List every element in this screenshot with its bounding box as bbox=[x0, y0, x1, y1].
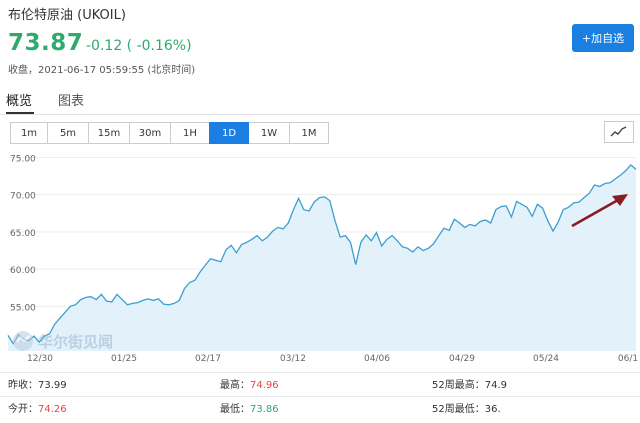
x-tick-label: 05/24 bbox=[533, 354, 559, 364]
stat-prev-close: 昨收：73.99 bbox=[8, 380, 67, 391]
period-button-1m[interactable]: 1m bbox=[10, 122, 48, 144]
line-chart-icon bbox=[610, 126, 627, 137]
y-axis-ticks: 75.00 70.00 65.00 60.00 55.00 bbox=[10, 154, 36, 313]
period-button-1mo[interactable]: 1M bbox=[289, 122, 329, 144]
wallstreetcn-logo-icon bbox=[13, 331, 33, 351]
y-tick-label: 70.00 bbox=[10, 192, 36, 202]
x-tick-label: 06/1 bbox=[618, 354, 638, 364]
active-tab-indicator bbox=[6, 112, 34, 114]
y-tick-label: 75.00 bbox=[10, 154, 36, 164]
x-tick-label: 01/25 bbox=[111, 354, 137, 364]
chart-type-button[interactable] bbox=[604, 121, 634, 143]
y-tick-label: 60.00 bbox=[10, 266, 36, 276]
stat-open: 今开：74.26 bbox=[8, 404, 67, 415]
x-axis-ticks: 12/30 01/25 02/17 03/12 04/06 04/29 05/24 06/1 bbox=[27, 354, 638, 364]
price-change: -0.12 ( -0.16%) bbox=[86, 38, 192, 54]
add-watchlist-button[interactable]: +加自选 bbox=[572, 24, 634, 52]
last-price: 73.87 bbox=[8, 30, 84, 56]
stat-high: 最高：74.96 bbox=[220, 380, 279, 391]
tab-overview[interactable]: 概览 bbox=[6, 90, 32, 109]
y-tick-label: 55.00 bbox=[10, 303, 36, 313]
stat-low: 最低：73.86 bbox=[220, 404, 279, 415]
instrument-title: 布伦特原油 (UKOIL) bbox=[8, 8, 126, 23]
period-button-1h[interactable]: 1H bbox=[170, 122, 210, 144]
close-status: 收盘，2021-06-17 05:59:55 (北京时间) bbox=[8, 65, 196, 76]
period-selector: 1m 5m 15m 30m 1H 1D 1W 1M bbox=[10, 122, 329, 144]
period-button-30m[interactable]: 30m bbox=[129, 122, 171, 144]
x-tick-label: 12/30 bbox=[27, 354, 53, 364]
period-button-1w[interactable]: 1W bbox=[248, 122, 290, 144]
view-tabs: 概览 图表 bbox=[0, 88, 640, 115]
stats-row: 昨收：73.99 最高：74.96 52周最高：74.9 bbox=[0, 372, 640, 393]
price-area-fill bbox=[8, 164, 636, 351]
stat-52w-low: 52周最低：36. bbox=[432, 404, 501, 415]
stat-52w-high: 52周最高：74.9 bbox=[432, 380, 507, 391]
x-tick-label: 03/12 bbox=[280, 354, 306, 364]
watermark-text: 华尔街见闻 bbox=[38, 332, 114, 351]
period-button-5m[interactable]: 5m bbox=[47, 122, 89, 144]
tab-chart[interactable]: 图表 bbox=[58, 90, 84, 109]
x-tick-label: 04/06 bbox=[364, 354, 390, 364]
stats-row: 今开：74.26 最低：73.86 52周最低：36. bbox=[0, 396, 640, 417]
x-tick-label: 02/17 bbox=[195, 354, 221, 364]
period-button-1d[interactable]: 1D bbox=[209, 122, 249, 144]
x-tick-label: 04/29 bbox=[449, 354, 475, 364]
period-button-15m[interactable]: 15m bbox=[88, 122, 130, 144]
y-tick-label: 65.00 bbox=[10, 229, 36, 239]
watermark: 华尔街见闻 bbox=[12, 330, 113, 352]
